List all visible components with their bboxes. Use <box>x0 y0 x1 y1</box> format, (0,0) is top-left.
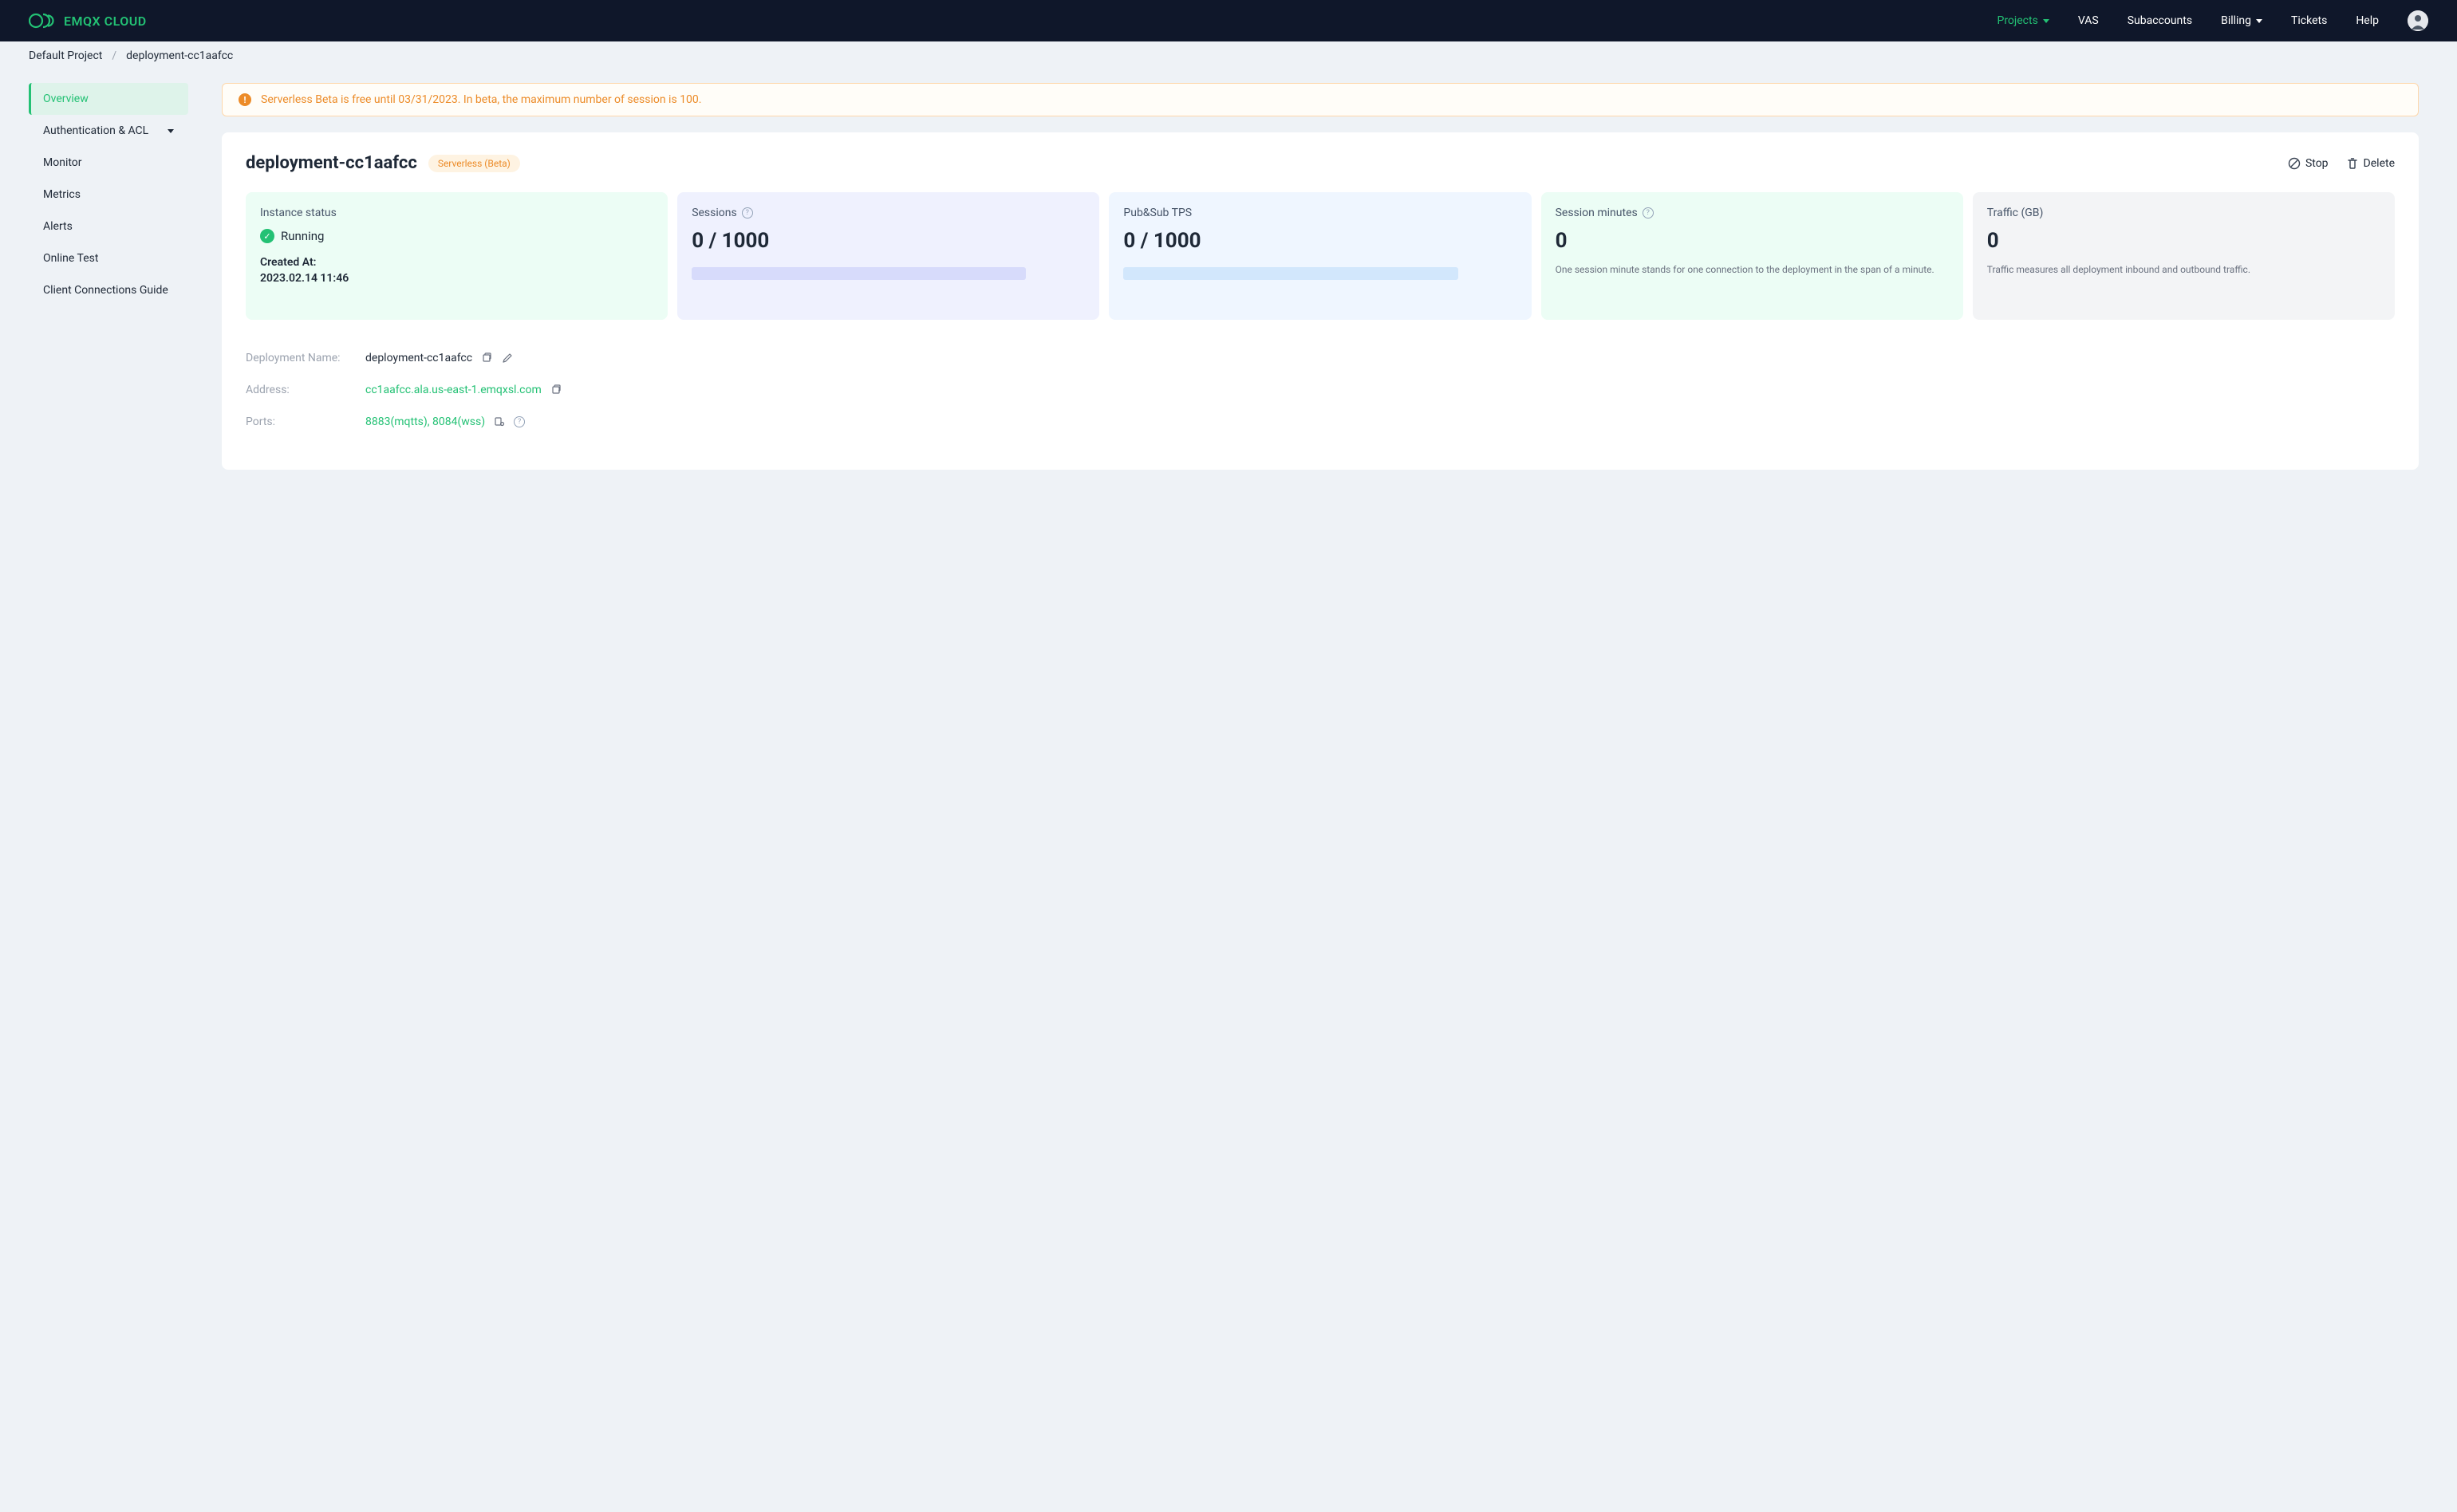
nav-subaccounts-label: Subaccounts <box>2128 14 2192 27</box>
stat-value: 0 / 1000 <box>692 229 1085 253</box>
nav-vas[interactable]: VAS <box>2064 0 2113 41</box>
sidebar-item-label: Online Test <box>43 252 98 265</box>
detail-label: Address: <box>246 384 365 396</box>
sidebar-item-alerts[interactable]: Alerts <box>29 211 188 242</box>
created-at-label: Created At: <box>260 256 653 269</box>
delete-button[interactable]: Delete <box>2346 157 2395 170</box>
detail-row-ports: Ports: 8883(mqtts), 8084(wss) ? <box>246 406 2395 438</box>
stat-label: Sessions <box>692 207 737 219</box>
deployment-title: deployment-cc1aafcc <box>246 153 417 173</box>
sidebar-item-metrics[interactable]: Metrics <box>29 179 188 211</box>
breadcrumb-current: deployment-cc1aafcc <box>126 49 233 62</box>
brand-logo[interactable]: EMQX CLOUD <box>29 12 147 30</box>
stat-desc: One session minute stands for one connec… <box>1556 262 1949 277</box>
stop-icon <box>2288 157 2301 170</box>
stat-card-traffic: Traffic (GB) 0 Traffic measures all depl… <box>1973 192 2395 320</box>
trash-icon <box>2346 157 2359 170</box>
check-circle-icon: ✓ <box>260 229 274 243</box>
sidebar: Overview Authentication & ACL Monitor Me… <box>0 70 199 306</box>
stat-value: 0 <box>1987 229 2380 253</box>
brand-name: EMQX CLOUD <box>64 14 147 29</box>
sidebar-item-label: Overview <box>43 93 89 105</box>
sidebar-item-online-test[interactable]: Online Test <box>29 242 188 274</box>
address-value[interactable]: cc1aafcc.ala.us-east-1.emqxsl.com <box>365 384 542 396</box>
beta-alert: ! Serverless Beta is free until 03/31/20… <box>222 83 2419 116</box>
stat-card-session-minutes: Session minutes ? 0 One session minute s… <box>1541 192 1963 320</box>
stat-desc: Traffic measures all deployment inbound … <box>1987 262 2380 277</box>
sidebar-item-auth-acl[interactable]: Authentication & ACL <box>29 115 188 147</box>
sidebar-item-overview[interactable]: Overview <box>29 83 188 115</box>
sidebar-item-label: Client Connections Guide <box>43 284 168 297</box>
panel-header: deployment-cc1aafcc Serverless (Beta) St… <box>246 153 2395 173</box>
sidebar-item-label: Alerts <box>43 220 73 233</box>
help-icon[interactable]: ? <box>514 416 525 427</box>
stat-card-pubsub-tps: Pub&Sub TPS 0 / 1000 <box>1109 192 1531 320</box>
top-nav: EMQX CLOUD Projects VAS Subaccounts Bill… <box>0 0 2457 41</box>
stat-label: Pub&Sub TPS <box>1123 207 1192 219</box>
stat-value: 0 / 1000 <box>1123 229 1516 253</box>
stat-label: Traffic (GB) <box>1987 207 2044 219</box>
sidebar-item-label: Metrics <box>43 188 81 201</box>
user-avatar[interactable] <box>2408 10 2428 31</box>
certificate-icon[interactable] <box>493 415 506 428</box>
nav-billing-label: Billing <box>2221 14 2251 27</box>
stop-button[interactable]: Stop <box>2288 157 2329 170</box>
warning-icon: ! <box>239 93 251 106</box>
stat-card-sessions: Sessions ? 0 / 1000 <box>677 192 1099 320</box>
breadcrumb-root[interactable]: Default Project <box>29 49 102 62</box>
sidebar-item-label: Authentication & ACL <box>43 124 148 137</box>
nav-tickets-label: Tickets <box>2291 14 2327 27</box>
detail-label: Ports: <box>246 415 365 428</box>
stat-value: 0 <box>1556 229 1949 253</box>
stat-label: Session minutes <box>1556 207 1638 219</box>
sidebar-item-client-guide[interactable]: Client Connections Guide <box>29 274 188 306</box>
deployment-panel: deployment-cc1aafcc Serverless (Beta) St… <box>222 132 2419 470</box>
created-at-value: 2023.02.14 11:46 <box>260 272 653 285</box>
nav-projects-label: Projects <box>1997 14 2037 27</box>
alert-text: Serverless Beta is free until 03/31/2023… <box>261 93 701 106</box>
sessions-progress-bar <box>692 267 1026 280</box>
nav-subaccounts[interactable]: Subaccounts <box>2113 0 2207 41</box>
edit-icon[interactable] <box>501 352 514 364</box>
detail-row-name: Deployment Name: deployment-cc1aafcc <box>246 342 2395 374</box>
deployment-name-value: deployment-cc1aafcc <box>365 352 472 364</box>
chevron-down-icon <box>2043 19 2049 23</box>
help-icon[interactable]: ? <box>742 207 753 219</box>
detail-label: Deployment Name: <box>246 352 365 364</box>
nav-projects[interactable]: Projects <box>1982 0 2063 41</box>
copy-icon[interactable] <box>550 384 562 396</box>
stat-label: Instance status <box>260 207 653 219</box>
chevron-down-icon <box>2256 19 2262 23</box>
pubsub-progress-bar <box>1123 267 1457 280</box>
stop-label: Stop <box>2305 157 2329 170</box>
detail-rows: Deployment Name: deployment-cc1aafcc Add… <box>246 342 2395 438</box>
sidebar-item-monitor[interactable]: Monitor <box>29 147 188 179</box>
main-content: ! Serverless Beta is free until 03/31/20… <box>199 70 2457 470</box>
stat-grid: Instance status ✓ Running Created At: 20… <box>246 192 2395 320</box>
breadcrumb: Default Project / deployment-cc1aafcc <box>0 41 2457 70</box>
stat-card-instance-status: Instance status ✓ Running Created At: 20… <box>246 192 668 320</box>
copy-icon[interactable] <box>480 352 493 364</box>
nav-help[interactable]: Help <box>2341 0 2393 41</box>
sidebar-item-label: Monitor <box>43 156 82 169</box>
chevron-down-icon <box>168 129 174 133</box>
nav-vas-label: VAS <box>2078 14 2099 27</box>
delete-label: Delete <box>2364 157 2395 170</box>
help-icon[interactable]: ? <box>1643 207 1654 219</box>
ports-value: 8883(mqtts), 8084(wss) <box>365 415 485 428</box>
status-text: Running <box>281 229 324 243</box>
nav-billing[interactable]: Billing <box>2207 0 2277 41</box>
detail-row-address: Address: cc1aafcc.ala.us-east-1.emqxsl.c… <box>246 374 2395 406</box>
plan-badge: Serverless (Beta) <box>428 155 520 172</box>
nav-help-label: Help <box>2356 14 2379 27</box>
nav-tickets[interactable]: Tickets <box>2277 0 2341 41</box>
breadcrumb-separator: / <box>112 49 116 62</box>
emqx-logo-icon <box>29 12 56 30</box>
